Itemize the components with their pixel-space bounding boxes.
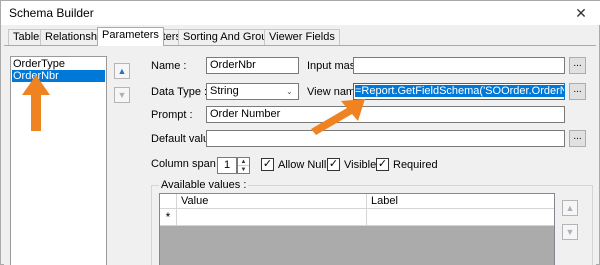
visible-label: Visible	[344, 159, 377, 171]
view-name-input[interactable]: =Report.GetFieldSchema('SOOrder.OrderNbr…	[353, 83, 565, 100]
chevron-down-icon: ⌄	[286, 87, 293, 96]
list-item-ordertype[interactable]: OrderType	[12, 58, 105, 70]
column-span-spinner[interactable]: ▲ ▼	[237, 157, 250, 174]
visible-checkbox[interactable]: ✓	[327, 158, 340, 171]
arrow-down-icon: ▼	[117, 90, 127, 100]
close-button[interactable]: ✕	[571, 4, 591, 22]
data-type-label: Data Type :	[151, 86, 208, 98]
new-row-marker: *	[160, 209, 177, 225]
available-values-grid[interactable]: Value Label *	[159, 193, 555, 265]
input-mask-ellipsis-button[interactable]: ...	[569, 57, 586, 74]
required-label: Required	[393, 159, 438, 171]
values-move-up-button[interactable]: ▲	[562, 200, 578, 216]
available-values-legend: Available values :	[159, 179, 249, 191]
data-type-value: String	[210, 85, 239, 97]
view-name-value: =Report.GetFieldSchema('SOOrder.OrderNbr…	[355, 85, 564, 97]
values-move-down-button[interactable]: ▼	[562, 224, 578, 240]
arrow-up-icon: ▲	[565, 203, 575, 213]
required-checkbox[interactable]: ✓	[376, 158, 389, 171]
table-row[interactable]: *	[160, 209, 554, 226]
value-cell[interactable]	[177, 209, 367, 225]
move-down-button[interactable]: ▼	[114, 87, 130, 103]
grid-corner	[160, 194, 177, 209]
prompt-label: Prompt :	[151, 109, 193, 121]
title-bar: Schema Builder ✕	[1, 1, 600, 25]
allow-null-label: Allow Null	[278, 159, 327, 171]
spin-up-icon[interactable]: ▲	[238, 158, 249, 166]
arrow-up-icon: ▲	[117, 66, 127, 76]
move-up-button[interactable]: ▲	[114, 63, 130, 79]
tab-viewer-fields[interactable]: Viewer Fields	[264, 29, 340, 45]
schema-builder-window: Schema Builder ✕ Tables Relationships Pa…	[0, 0, 600, 265]
column-span-input[interactable]: 1	[217, 157, 237, 174]
name-input[interactable]: OrderNbr	[206, 57, 299, 74]
grid-header: Value Label	[160, 194, 554, 209]
tab-parameters[interactable]: Parameters	[97, 27, 164, 46]
default-value-ellipsis-button[interactable]: ...	[569, 130, 586, 147]
arrow-down-icon: ▼	[565, 227, 575, 237]
default-value-input[interactable]	[206, 130, 565, 147]
column-header-value[interactable]: Value	[177, 194, 367, 209]
allow-null-checkbox[interactable]: ✓	[261, 158, 274, 171]
spin-down-icon[interactable]: ▼	[238, 166, 249, 174]
input-mask-input[interactable]	[353, 57, 565, 74]
window-title: Schema Builder	[9, 6, 94, 20]
annotation-arrow-up-icon	[22, 75, 50, 131]
view-name-ellipsis-button[interactable]: ...	[569, 83, 586, 100]
annotation-arrow-diagonal-icon	[311, 99, 365, 135]
label-cell[interactable]	[367, 209, 554, 225]
column-header-label[interactable]: Label	[367, 194, 554, 209]
prompt-input[interactable]: Order Number	[206, 106, 565, 123]
column-span-label: Column span :	[151, 158, 222, 170]
data-type-select[interactable]: String ⌄	[206, 83, 299, 100]
name-label: Name :	[151, 60, 187, 72]
